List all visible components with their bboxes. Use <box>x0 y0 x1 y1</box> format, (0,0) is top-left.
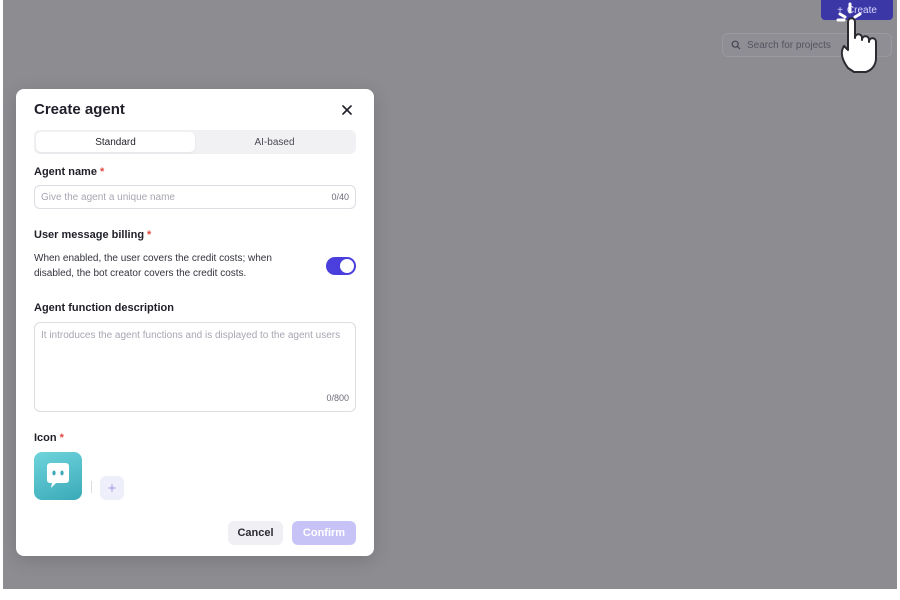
icon-label: Icon * <box>34 432 64 444</box>
description-placeholder: It introduces the agent functions and is… <box>41 330 341 341</box>
close-icon <box>342 105 352 115</box>
required-mark: * <box>99 166 105 178</box>
sparkle-icon <box>107 483 117 493</box>
confirm-button[interactable]: Confirm <box>292 521 356 545</box>
description-counter: 0/800 <box>326 393 349 403</box>
cancel-button[interactable]: Cancel <box>228 521 283 545</box>
required-mark: * <box>147 229 152 241</box>
icon-divider <box>91 481 92 493</box>
billing-toggle[interactable] <box>326 257 356 275</box>
close-button[interactable] <box>338 101 356 119</box>
agent-type-switch: Standard AI-based <box>34 130 356 154</box>
create-agent-dialog: Create agent Standard AI-based Agent nam… <box>16 89 374 556</box>
search-placeholder: Search for projects <box>747 39 831 51</box>
agent-name-counter: 0/40 <box>331 192 349 202</box>
tab-standard[interactable]: Standard <box>36 132 195 152</box>
billing-description: When enabled, the user covers the credit… <box>34 253 272 279</box>
chat-bot-icon <box>47 463 69 488</box>
generate-icon-button[interactable] <box>100 476 124 500</box>
agent-name-placeholder: Give the agent a unique name <box>41 191 175 203</box>
search-icon <box>731 40 741 50</box>
toggle-knob <box>340 259 354 273</box>
billing-label: User message billing * <box>34 229 152 241</box>
tab-ai-based[interactable]: AI-based <box>195 132 354 152</box>
pointer-hand-icon <box>836 2 877 73</box>
required-mark: * <box>59 432 64 444</box>
agent-name-label: Agent name * <box>34 166 105 178</box>
agent-name-input[interactable]: Give the agent a unique name 0/40 <box>34 185 356 209</box>
description-label: Agent function description <box>34 302 174 314</box>
dialog-title: Create agent <box>34 101 125 118</box>
agent-icon-preview[interactable] <box>34 452 82 500</box>
description-textarea[interactable]: It introduces the agent functions and is… <box>34 322 356 412</box>
